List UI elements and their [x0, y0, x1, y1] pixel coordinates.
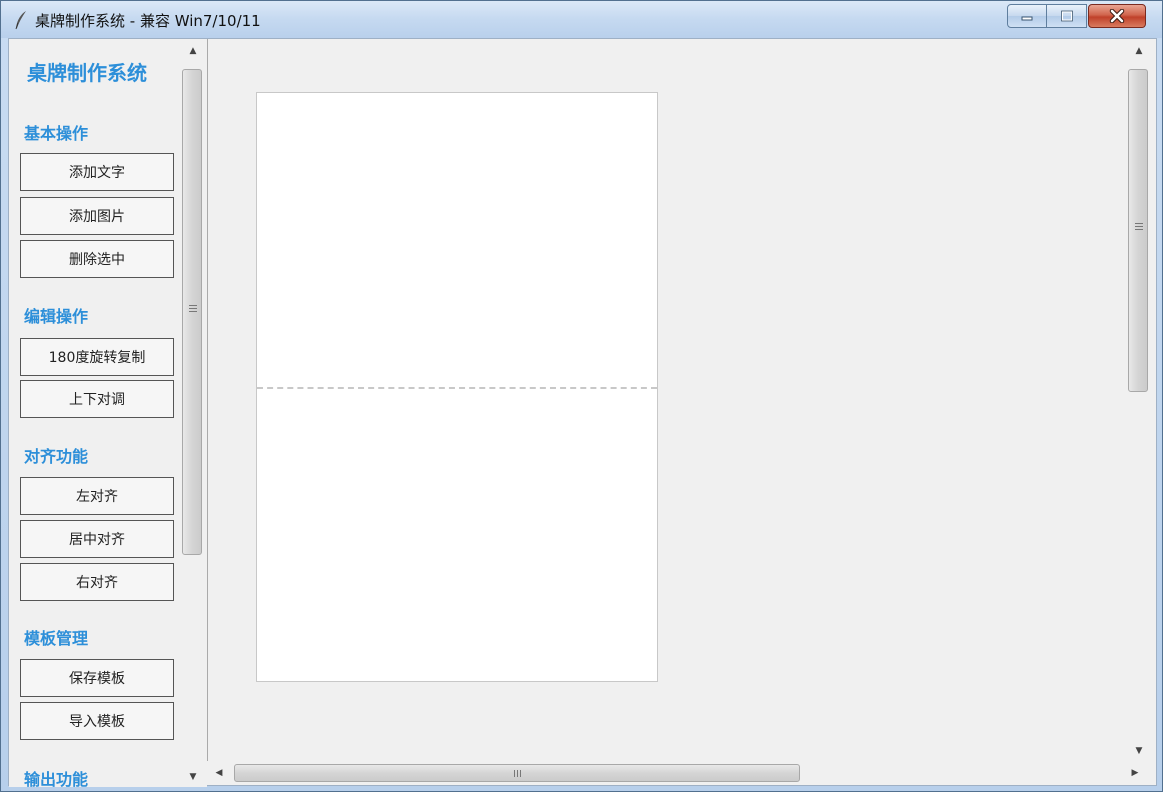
scroll-up-arrow-icon[interactable]: ▲	[1122, 41, 1156, 61]
grip-line	[189, 311, 197, 312]
sidebar-scrollbar[interactable]: ▲ ▼	[179, 39, 207, 787]
canvas-hscroll-thumb[interactable]	[234, 764, 800, 782]
section-title-align: 对齐功能	[24, 447, 89, 466]
section-title-template: 模板管理	[24, 629, 89, 648]
add-image-button[interactable]: 添加图片	[20, 197, 174, 235]
tool-panel: 桌牌制作系统 基本操作 添加文字 添加图片 删除选中 编辑操作 180度旋转复制…	[9, 39, 179, 787]
fold-line	[257, 387, 657, 389]
section-title-edit: 编辑操作	[24, 307, 89, 326]
section-title-basic: 基本操作	[24, 124, 89, 143]
add-text-button[interactable]: 添加文字	[20, 153, 174, 191]
window-title: 桌牌制作系统 - 兼容 Win7/10/11	[35, 12, 261, 30]
scroll-down-arrow-icon[interactable]: ▼	[179, 767, 207, 787]
grip-line	[520, 770, 521, 777]
scroll-left-arrow-icon[interactable]: ◀	[209, 763, 229, 783]
app-window: 桌牌制作系统 - 兼容 Win7/10/11 桌牌制作系统 基本操作 添加文字	[0, 0, 1163, 792]
save-template-button[interactable]: 保存模板	[20, 659, 174, 697]
grip-line	[1135, 226, 1143, 227]
minimize-icon	[1021, 16, 1033, 21]
feather-icon	[15, 11, 26, 30]
delete-selected-button[interactable]: 删除选中	[20, 240, 174, 278]
canvas-vertical-scrollbar[interactable]: ▲ ▼	[1122, 39, 1156, 761]
scroll-right-arrow-icon[interactable]: ▶	[1125, 763, 1145, 783]
maximize-button[interactable]	[1047, 4, 1087, 28]
table-card-preview[interactable]	[256, 92, 658, 682]
grip-line	[189, 308, 197, 309]
design-canvas[interactable]	[207, 39, 1122, 761]
align-left-button[interactable]: 左对齐	[20, 477, 174, 515]
minimize-button[interactable]	[1007, 4, 1047, 28]
grip-line	[1135, 223, 1143, 224]
canvas-vscroll-thumb[interactable]	[1128, 69, 1148, 392]
grip-line	[189, 305, 197, 306]
rotate-copy-button[interactable]: 180度旋转复制	[20, 338, 174, 376]
grip-line	[1135, 229, 1143, 230]
canvas-horizontal-scrollbar[interactable]: ◀ ▶	[207, 761, 1156, 785]
maximize-icon	[1060, 10, 1073, 22]
title-bar[interactable]: 桌牌制作系统 - 兼容 Win7/10/11	[1, 1, 1162, 38]
scroll-down-arrow-icon[interactable]: ▼	[1122, 741, 1156, 761]
sidebar-scroll-thumb[interactable]	[182, 69, 202, 555]
client-area: 桌牌制作系统 基本操作 添加文字 添加图片 删除选中 编辑操作 180度旋转复制…	[8, 38, 1157, 787]
grip-line	[517, 770, 518, 777]
app-heading: 桌牌制作系统	[27, 61, 147, 85]
swap-up-down-button[interactable]: 上下对调	[20, 380, 174, 418]
align-right-button[interactable]: 右对齐	[20, 563, 174, 601]
grip-line	[514, 770, 515, 777]
section-title-output: 输出功能	[24, 770, 89, 787]
align-center-button[interactable]: 居中对齐	[20, 520, 174, 558]
import-template-button[interactable]: 导入模板	[20, 702, 174, 740]
close-icon	[1109, 9, 1125, 23]
close-button[interactable]	[1088, 4, 1146, 28]
scroll-up-arrow-icon[interactable]: ▲	[179, 41, 207, 61]
